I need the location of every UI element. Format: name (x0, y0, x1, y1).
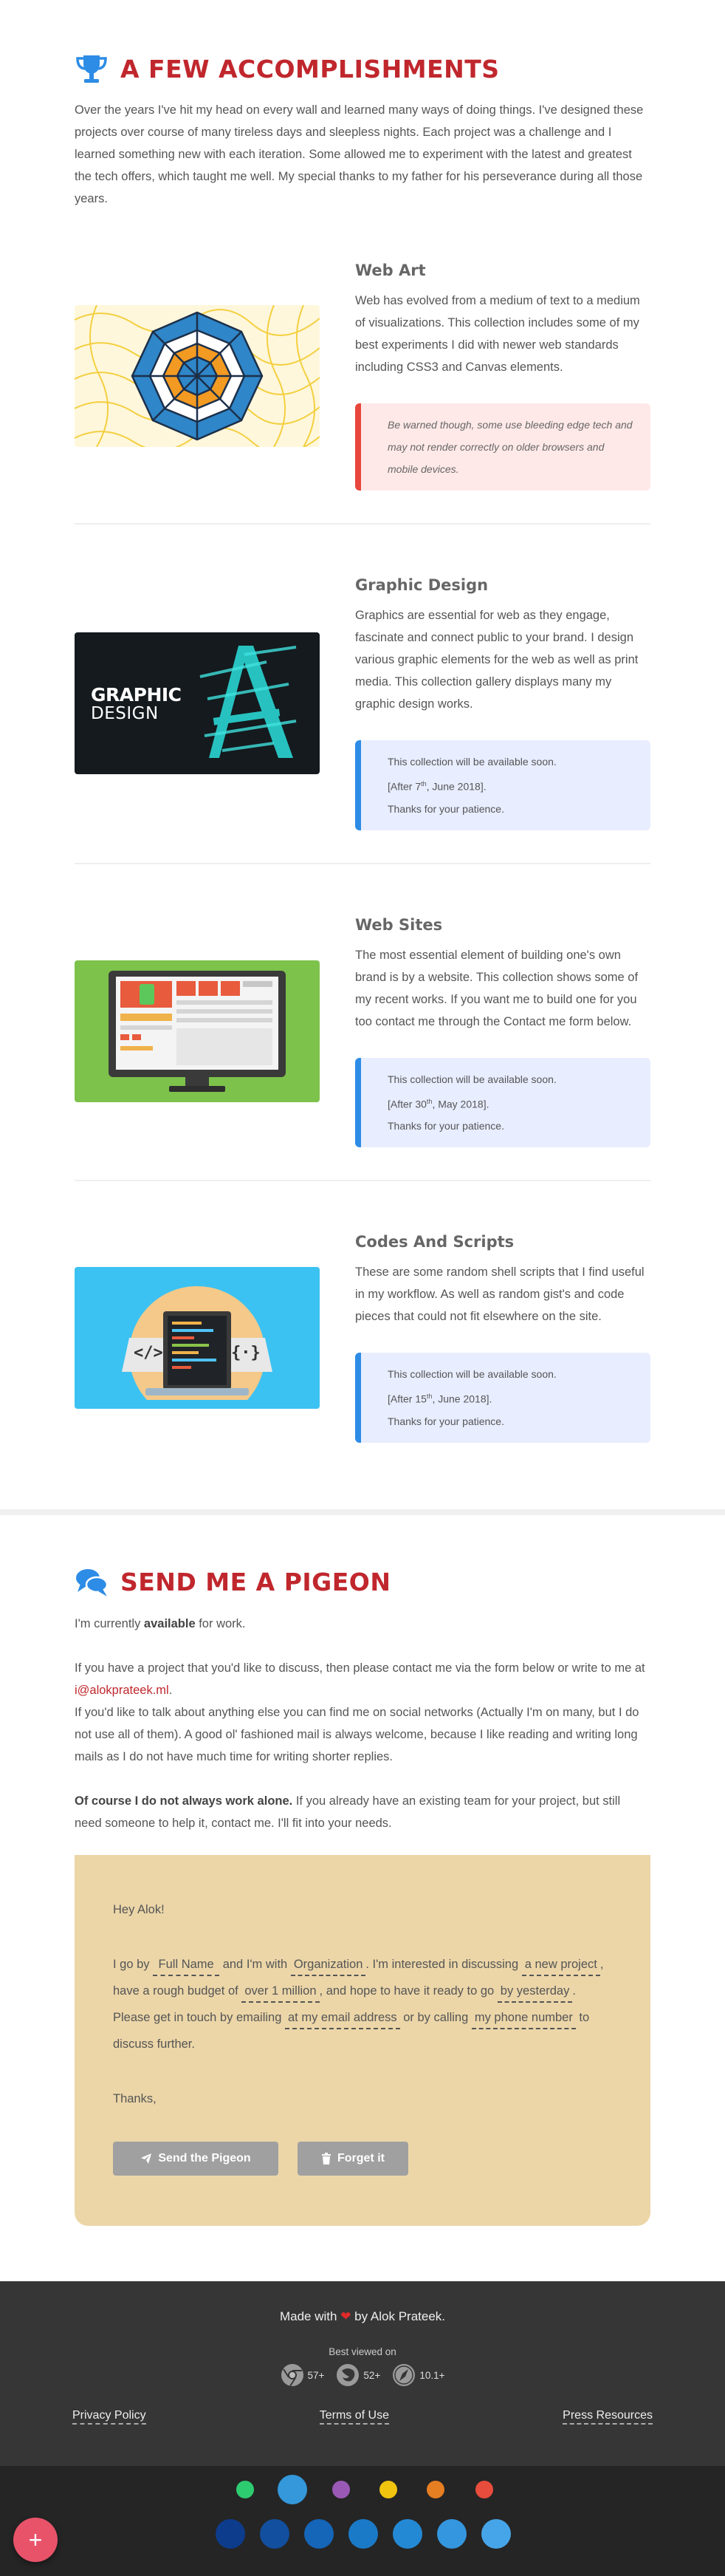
web-sites-thumbnail[interactable] (75, 960, 320, 1103)
shade-swatch[interactable] (481, 2519, 511, 2549)
project-title[interactable]: Web Art (355, 262, 650, 279)
project-title[interactable]: Web Sites (355, 916, 650, 934)
fab-plus-button[interactable]: + (13, 2518, 58, 2562)
web-art-info: Web Art Web has evolved from a medium of… (355, 262, 650, 491)
project-title[interactable]: Codes And Scripts (355, 1233, 650, 1251)
graphic-design-info: Graphic Design Graphics are essential fo… (355, 576, 650, 830)
chat-bubbles-icon (76, 1568, 109, 1596)
theme-palette (0, 2466, 725, 2576)
browser-firefox: 52+ (336, 2363, 380, 2387)
project-graphic-design: GRAPHIC DESIGN Graphic Design Graphics a… (75, 525, 650, 864)
accent-swatch[interactable] (236, 2481, 254, 2498)
footer-links: Privacy Policy Terms of Use Press Resour… (72, 2409, 653, 2425)
browser-support: 57+ 52+ 10.1+ (0, 2363, 725, 2387)
terms-of-use-link[interactable]: Terms of Use (319, 2409, 389, 2425)
project-web-sites: Web Sites The most essential element of … (75, 864, 650, 1182)
code-brackets-right: {·} (231, 1344, 261, 1363)
warning-notice: Be warned though, some use bleeding edge… (355, 403, 650, 491)
organization-field[interactable]: Organization (290, 1954, 366, 1976)
availability-notice: This collection will be available soon. … (355, 1353, 650, 1443)
contact-section: SEND ME A PIGEON I'm currently available… (75, 1515, 650, 2226)
project-type-select[interactable]: a new project (521, 1954, 600, 1976)
pigeon-contact-form: Hey Alok! I go by Full Name and I'm with… (75, 1854, 650, 2226)
firefox-icon (337, 2364, 360, 2386)
full-name-field[interactable]: Full Name (153, 1954, 220, 1976)
trash-icon (322, 2152, 331, 2165)
graphic-design-logo-text: GRAPHIC DESIGN (91, 683, 182, 723)
web-sites-image (109, 971, 286, 1093)
plus-icon: + (28, 2526, 43, 2553)
contact-paragraph-3: Of course I do not always work alone. If… (75, 1794, 621, 1830)
form-madlib: I go by Full Name and I'm with Organizat… (113, 1951, 612, 2057)
contact-heading: SEND ME A PIGEON (75, 1565, 650, 1599)
form-buttons: Send the Pigeon Forget it (113, 2141, 612, 2176)
availability-notice: This collection will be available soon. … (355, 1057, 650, 1148)
project-description: Web has evolved from a medium of text to… (355, 294, 640, 374)
safari-icon (393, 2364, 416, 2386)
best-viewed-label: Best viewed on (329, 2346, 396, 2357)
graphic-design-thumbnail[interactable]: GRAPHIC DESIGN (75, 632, 320, 774)
project-web-art: Web Art Web has evolved from a medium of… (75, 210, 650, 525)
section-divider (0, 1509, 725, 1515)
codes-scripts-thumbnail[interactable]: </> {·} (75, 1267, 320, 1410)
contact-paragraph-2: If you'd like to talk about anything els… (75, 1705, 639, 1763)
form-closing: Thanks, (113, 2091, 157, 2105)
accent-swatch[interactable] (475, 2481, 493, 2498)
codes-scripts-image (75, 1286, 320, 1410)
web-art-thumbnail[interactable] (75, 305, 320, 447)
accent-swatch[interactable] (379, 2481, 397, 2498)
project-codes-scripts: </> {·} Codes And Scripts These are some… (75, 1181, 650, 1475)
email-field[interactable]: at my email address (284, 2007, 400, 2029)
accomplishments-intro: Over the years I've hit my head on every… (75, 103, 644, 205)
shade-swatch[interactable] (304, 2519, 334, 2549)
shade-swatch[interactable] (348, 2519, 378, 2549)
budget-select[interactable]: over 1 million (241, 1981, 320, 2003)
chrome-icon (281, 2364, 303, 2387)
shade-swatch[interactable] (216, 2519, 245, 2549)
accent-swatch[interactable] (278, 2475, 307, 2504)
project-description: Graphics are essential for web as they e… (355, 609, 639, 711)
privacy-policy-link[interactable]: Privacy Policy (72, 2409, 146, 2425)
availability-notice: This collection will be available soon. … (355, 740, 650, 830)
shade-swatch[interactable] (260, 2519, 289, 2549)
trophy-icon (76, 55, 107, 83)
shade-swatch[interactable] (437, 2519, 467, 2549)
send-pigeon-button[interactable]: Send the Pigeon (113, 2141, 278, 2176)
web-art-image (75, 305, 320, 447)
browser-chrome: 57+ (281, 2363, 324, 2387)
forget-it-button[interactable]: Forget it (298, 2141, 408, 2176)
accomplishments-title: A FEW ACCOMPLISHMENTS (120, 54, 500, 83)
project-description: These are some random shell scripts that… (355, 1265, 645, 1324)
accent-swatch[interactable] (332, 2481, 350, 2498)
codes-scripts-info: Codes And Scripts These are some random … (355, 1233, 650, 1443)
timeline-select[interactable]: by yesterday (497, 1981, 573, 2003)
accent-swatch[interactable] (427, 2481, 444, 2498)
paper-plane-icon (141, 2153, 152, 2164)
accomplishments-heading: A FEW ACCOMPLISHMENTS (75, 52, 650, 86)
project-title[interactable]: Graphic Design (355, 576, 650, 594)
phone-field[interactable]: my phone number (471, 2007, 576, 2029)
made-with-text: Made with ❤ by Alok Prateek. (279, 2309, 446, 2323)
accomplishments-section: A FEW ACCOMPLISHMENTS Over the years I'v… (75, 0, 650, 1475)
press-resources-link[interactable]: Press Resources (563, 2409, 653, 2425)
code-brackets-left: </> (134, 1344, 163, 1363)
email-link[interactable]: i@alokprateek.ml (75, 1684, 169, 1697)
browser-safari: 10.1+ (392, 2363, 444, 2387)
contact-paragraph-1: If you have a project that you'd like to… (75, 1661, 645, 1697)
contact-title: SEND ME A PIGEON (120, 1568, 391, 1597)
form-greeting: Hey Alok! (113, 1902, 165, 1916)
availability-text: I'm currently available for work. (75, 1616, 246, 1630)
project-description: The most essential element of building o… (355, 948, 639, 1028)
site-footer: Made with ❤ by Alok Prateek. Best viewed… (0, 2281, 725, 2466)
shade-swatch[interactable] (393, 2519, 422, 2549)
web-sites-info: Web Sites The most essential element of … (355, 916, 650, 1148)
heart-icon: ❤ (340, 2309, 351, 2323)
